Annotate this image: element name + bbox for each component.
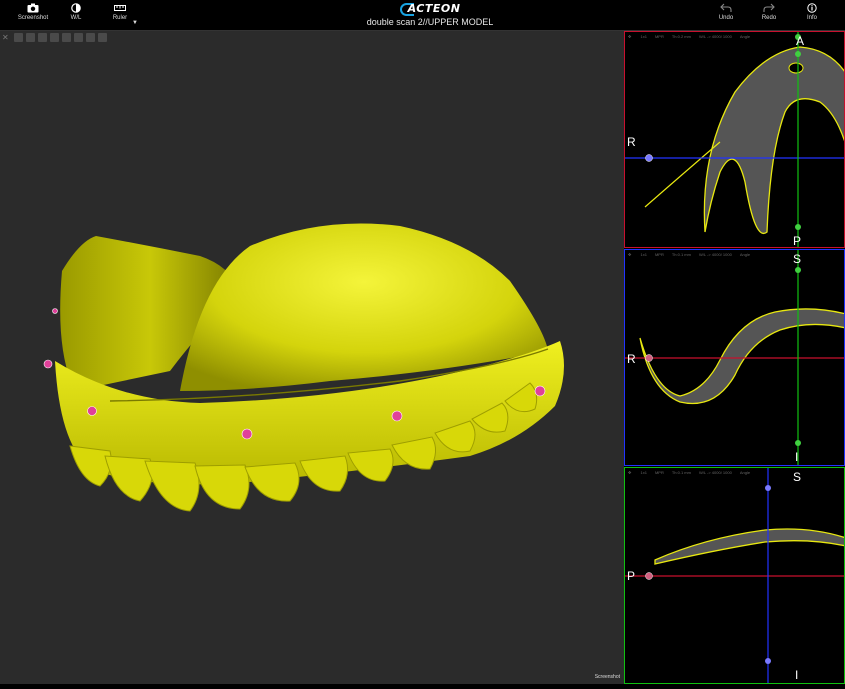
marker-3 [87,406,97,416]
camera-icon [27,3,39,13]
title-area: ACTEON double scan 2//UPPER MODEL [330,2,530,27]
mini-tool-4-icon[interactable] [50,33,59,42]
orient-bottom-label: P [793,234,802,248]
mini-tool-8-icon[interactable] [98,33,107,42]
ruler-button[interactable]: Ruler ▼ [100,3,140,26]
info-icon [807,3,817,13]
marker-1 [43,359,53,369]
3d-view[interactable]: ✕ Screenshot [0,31,624,684]
undo-button[interactable]: Undo [706,3,746,21]
top-toolbar: Screenshot W/L Ruler ▼ ACTEON double sca… [0,0,845,31]
sagittal-slice [625,468,844,683]
orient-top-label: S [793,470,802,484]
orient-left-label: R [627,135,636,149]
mini-tool-5-icon[interactable] [62,33,71,42]
orient-top-label: S [793,252,802,266]
marker-6 [534,385,546,397]
mini-tool-7-icon[interactable] [86,33,95,42]
redo-icon [763,3,775,12]
orient-left-label: R [627,352,636,366]
mini-tool-1-icon[interactable] [14,33,23,42]
chevron-down-icon[interactable]: ▼ [132,20,138,26]
document-title: double scan 2//UPPER MODEL [366,16,494,27]
undo-label: Undo [718,15,734,21]
info-label: Info [806,15,817,21]
orient-bottom-label: I [795,450,799,464]
ruler-icon [114,5,126,11]
marker-5 [391,410,403,422]
close-icon[interactable]: ✕ [2,33,11,42]
marker-4 [241,428,253,440]
axial-slice [625,32,844,247]
orient-bottom-label: I [795,668,799,682]
orient-left-label: P [627,569,636,583]
mpr-pane-sagittal[interactable]: ✥ 1x1 MPR Th:0.1 mm W/L -> 4000/ 1000 Angle … [624,467,845,684]
mini-tool-2-icon[interactable] [26,33,35,42]
marker-2 [52,308,58,314]
screenshot-label: Screenshot [17,15,49,21]
mini-tool-3-icon[interactable] [38,33,47,42]
redo-label: Redo [761,15,777,21]
view-mini-toolbar: ✕ [2,33,107,43]
acteon-logo: ACTEON [330,2,530,16]
ruler-label: Ruler [112,15,128,21]
coronal-slice [625,250,844,465]
contrast-icon [71,3,81,13]
mpr-panel: ✥ 1x1 MPR Th:0.2 mm W/L -> 4000/ 1000 Angle … [624,31,845,684]
dental-model-render [43,223,564,512]
wl-label: W/L [70,15,82,21]
info-button[interactable]: Info [792,3,832,21]
redo-button[interactable]: Redo [749,3,789,21]
view-screenshot-button[interactable]: Screenshot [595,674,620,680]
undo-icon [720,3,732,12]
screenshot-button[interactable]: Screenshot [13,3,53,21]
mpr-pane-axial[interactable]: ✥ 1x1 MPR Th:0.2 mm W/L -> 4000/ 1000 Angle … [624,31,845,248]
wl-button[interactable]: W/L [56,3,96,21]
orient-top-label: A [796,34,805,48]
mpr-pane-coronal[interactable]: ✥ 1x1 MPR Th:0.1 mm W/L -> 4000/ 1000 Angle … [624,249,845,466]
mini-tool-6-icon[interactable] [74,33,83,42]
